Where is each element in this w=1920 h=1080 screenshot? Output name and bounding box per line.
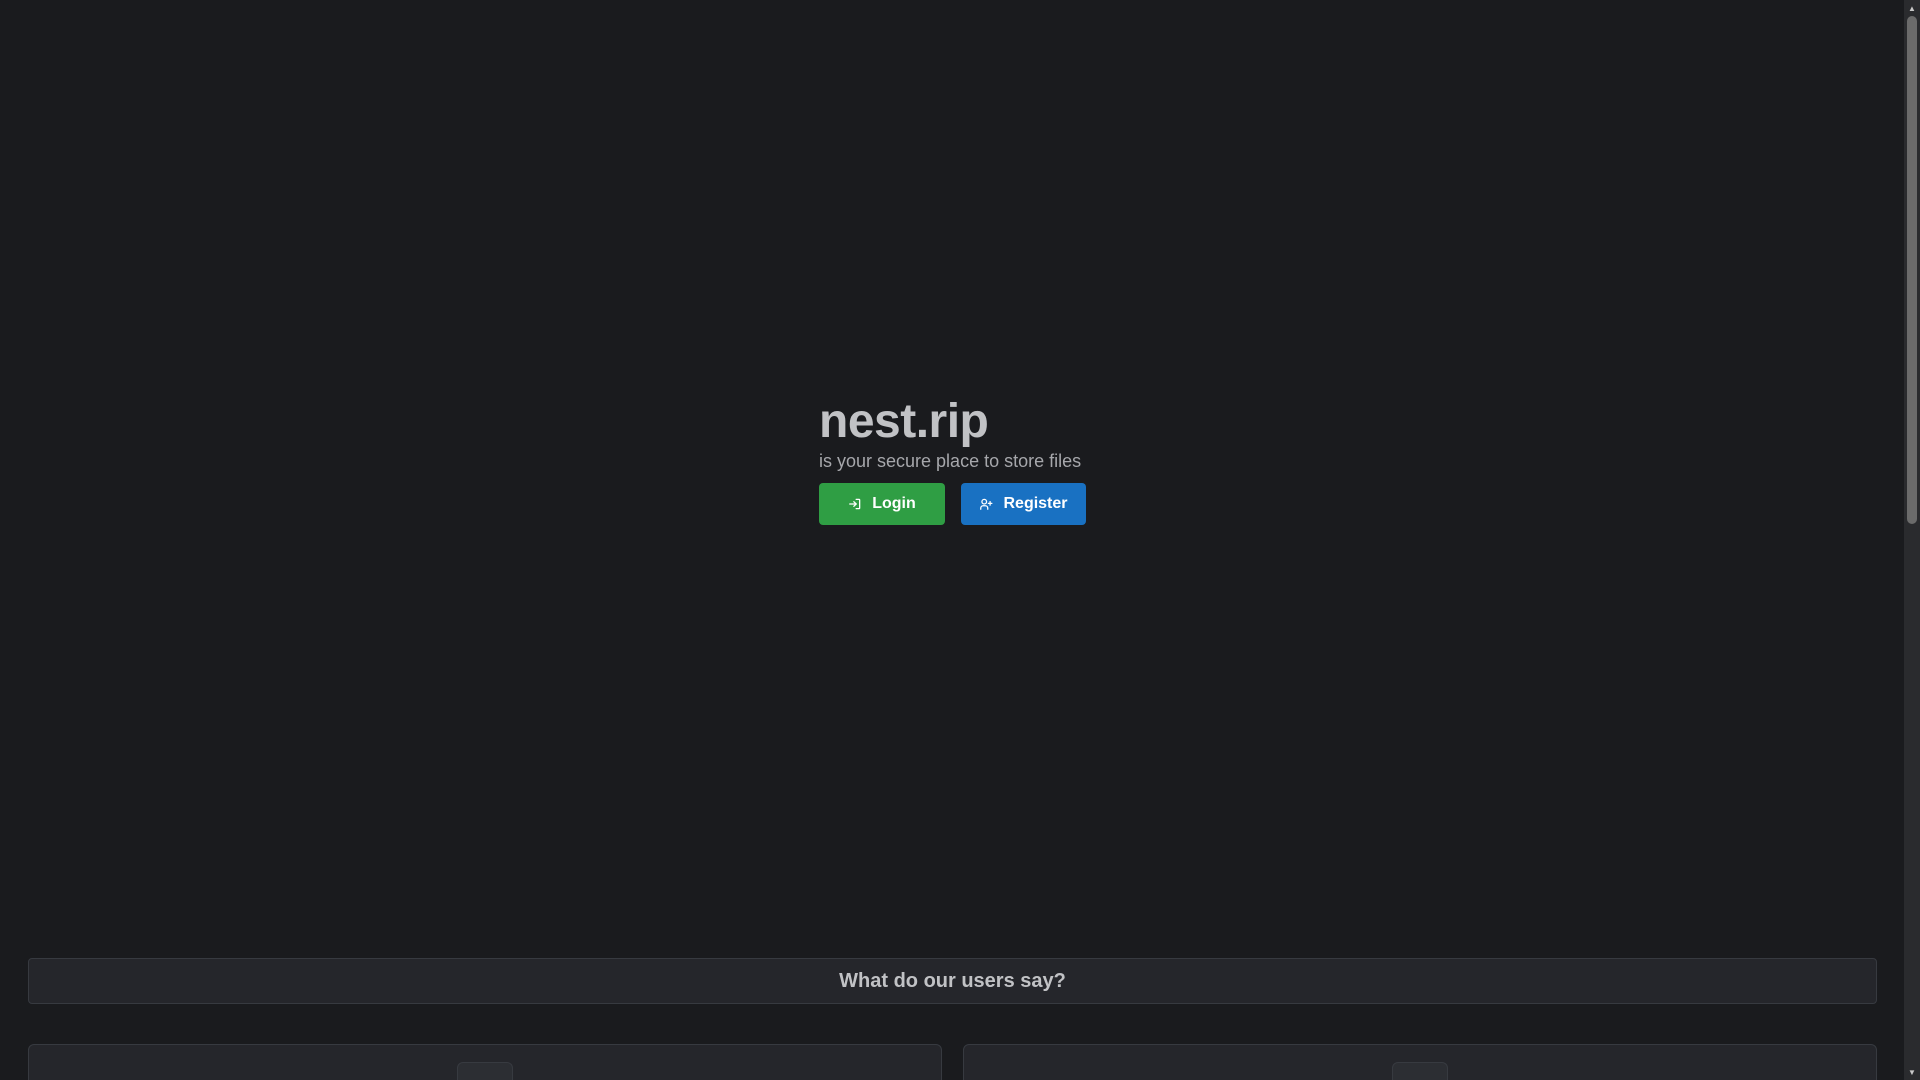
register-button-label: Register	[1003, 495, 1068, 512]
page-viewport: nest.rip is your secure place to store f…	[0, 0, 1920, 1080]
site-title: nest.rip	[819, 395, 989, 448]
testimonials-heading: What do our users say?	[28, 958, 1877, 1004]
register-button[interactable]: Register	[961, 483, 1086, 525]
scrollbar-thumb[interactable]	[1907, 16, 1917, 524]
hero-section: nest.rip is your secure place to store f…	[819, 392, 1119, 525]
site-tagline: is your secure place to store files	[819, 451, 1082, 471]
login-button[interactable]: Login	[819, 483, 945, 525]
testimonials-heading-text: What do our users say?	[839, 969, 1066, 992]
page-scrollbar[interactable]: ▲ ▼	[1904, 0, 1920, 1080]
avatar	[457, 1062, 513, 1080]
testimonial-card	[963, 1044, 1877, 1080]
testimonial-card	[28, 1044, 942, 1080]
user-plus-icon	[979, 497, 993, 511]
page-content: nest.rip is your secure place to store f…	[0, 0, 1904, 1080]
auth-buttons: Login Register	[819, 483, 1119, 525]
login-icon	[848, 497, 862, 511]
scroll-up-arrow-icon[interactable]: ▲	[1904, 0, 1920, 16]
scroll-down-arrow-icon[interactable]: ▼	[1904, 1064, 1920, 1080]
avatar	[1392, 1062, 1448, 1080]
login-button-label: Login	[872, 495, 916, 512]
